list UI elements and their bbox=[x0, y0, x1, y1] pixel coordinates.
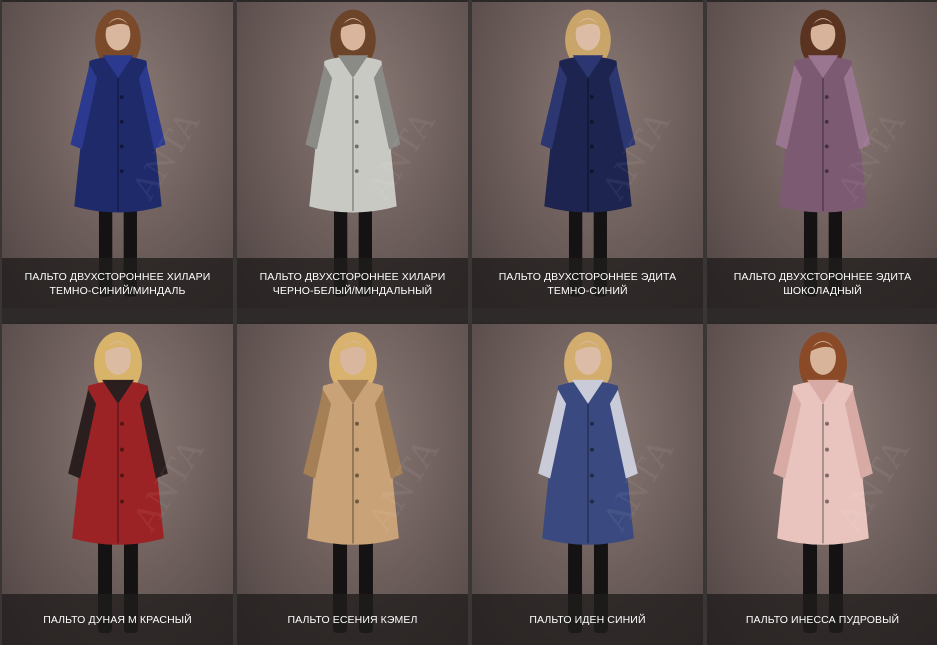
coat-button bbox=[824, 95, 829, 99]
product-card[interactable]: ANTA ПАЛЬТО ДВУХСТОРОННЕЕ ЭДИТА ШОКОЛАДН… bbox=[707, 0, 937, 322]
product-title[interactable]: ПАЛЬТО ИДЕН СИНИЙ bbox=[472, 594, 703, 645]
coat-button bbox=[824, 421, 829, 426]
coat-button bbox=[589, 473, 594, 478]
coat-button bbox=[824, 169, 829, 174]
coat-button bbox=[589, 169, 594, 174]
coat-button bbox=[354, 499, 359, 504]
coat-button bbox=[824, 447, 829, 452]
coat-button bbox=[354, 421, 359, 426]
product-title[interactable]: ПАЛЬТО ДВУХСТОРОННЕЕ ЭДИТА ТЕМНО-СИНИЙ bbox=[472, 258, 703, 308]
coat-button bbox=[824, 473, 829, 478]
coat-button bbox=[354, 169, 359, 174]
product-card[interactable]: ANTA ПАЛЬТО ИНЕССА ПУДРОВЫЙ bbox=[707, 322, 937, 645]
coat-button bbox=[354, 447, 359, 452]
product-title[interactable]: ПАЛЬТО ДУНАЯ М КРАСНЫЙ bbox=[2, 594, 233, 645]
product-card[interactable]: ANTA ПАЛЬТО ИДЕН СИНИЙ bbox=[472, 322, 703, 645]
product-title[interactable]: ПАЛЬТО ДВУХСТОРОННЕЕ ХИЛАРИ ТЕМНО-СИНИЙ/… bbox=[2, 258, 233, 308]
coat-button bbox=[119, 499, 124, 504]
product-grid: ANTA ПАЛЬТО ДВУХСТОРОННЕЕ ХИЛАРИ ТЕМНО-С… bbox=[0, 0, 937, 645]
product-title[interactable]: ПАЛЬТО ДВУХСТОРОННЕЕ ЭДИТА ШОКОЛАДНЫЙ bbox=[707, 258, 937, 308]
product-card[interactable]: ANTA ПАЛЬТО ДУНАЯ М КРАСНЫЙ bbox=[2, 322, 233, 645]
coat-button bbox=[119, 169, 124, 174]
coat-button bbox=[589, 144, 594, 149]
coat-button bbox=[589, 119, 594, 124]
product-title[interactable]: ПАЛЬТО ДВУХСТОРОННЕЕ ХИЛАРИ ЧЕРНО-БЕЛЫЙ/… bbox=[237, 258, 468, 308]
coat-button bbox=[119, 119, 124, 124]
coat-button bbox=[119, 473, 124, 478]
product-card[interactable]: ANTA ПАЛЬТО ЕСЕНИЯ КЭМЕЛ bbox=[237, 322, 468, 645]
coat-button bbox=[824, 144, 829, 149]
product-title[interactable]: ПАЛЬТО ЕСЕНИЯ КЭМЕЛ bbox=[237, 594, 468, 645]
product-card[interactable]: ANTA ПАЛЬТО ДВУХСТОРОННЕЕ ХИЛАРИ ЧЕРНО-Б… bbox=[237, 0, 468, 322]
coat-button bbox=[589, 421, 594, 426]
product-card[interactable]: ANTA ПАЛЬТО ДВУХСТОРОННЕЕ ХИЛАРИ ТЕМНО-С… bbox=[2, 0, 233, 322]
coat-button bbox=[119, 144, 124, 149]
coat-button bbox=[589, 95, 594, 99]
product-title[interactable]: ПАЛЬТО ИНЕССА ПУДРОВЫЙ bbox=[707, 594, 937, 645]
coat-button bbox=[119, 421, 124, 426]
product-card[interactable]: ANTA ПАЛЬТО ДВУХСТОРОННЕЕ ЭДИТА ТЕМНО-СИ… bbox=[472, 0, 703, 322]
coat-button bbox=[354, 473, 359, 478]
coat-button bbox=[824, 119, 829, 124]
coat-button bbox=[119, 95, 124, 99]
coat-button bbox=[824, 499, 829, 504]
coat-button bbox=[354, 144, 359, 149]
coat-button bbox=[589, 499, 594, 504]
coat-button bbox=[589, 447, 594, 452]
coat-button bbox=[119, 447, 124, 452]
coat-button bbox=[354, 95, 359, 99]
coat-button bbox=[354, 119, 359, 124]
